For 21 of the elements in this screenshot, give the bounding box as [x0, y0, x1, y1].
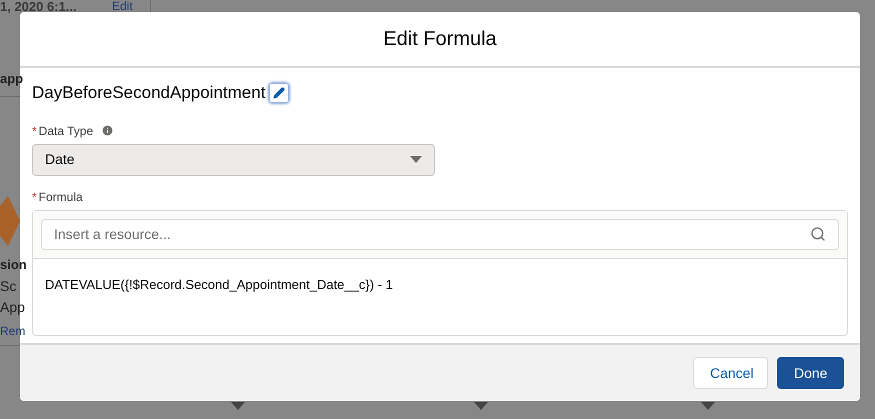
arrow-head-icon [701, 402, 715, 410]
canvas-text: Sc [0, 279, 16, 293]
modal-title: Edit Formula [383, 27, 497, 52]
dropdown-caret-icon [410, 156, 422, 163]
done-button[interactable]: Done [777, 357, 844, 389]
field-label: Formula [38, 188, 83, 206]
required-mark: * [32, 122, 37, 140]
info-icon [101, 124, 114, 137]
arrow-head-icon [474, 402, 488, 410]
resource-search-box[interactable]: Insert a resource... [41, 218, 839, 250]
field-label: Data Type [38, 122, 94, 140]
edit-button[interactable] [269, 82, 290, 103]
canvas-text: 1, 2020 6:1... [0, 0, 77, 13]
cancel-button[interactable]: Cancel [693, 357, 768, 389]
pencil-icon [273, 86, 286, 99]
data-type-select[interactable]: Date [32, 144, 435, 176]
arrow-head-icon [231, 402, 245, 410]
search-icon [810, 226, 826, 242]
formula-textarea[interactable]: DATEVALUE({!$Record.Second_Appointment_Date__c}) - 1 [33, 258, 847, 334]
required-mark: * [32, 188, 37, 206]
formula-name: DayBeforeSecondAppointment [32, 82, 266, 104]
